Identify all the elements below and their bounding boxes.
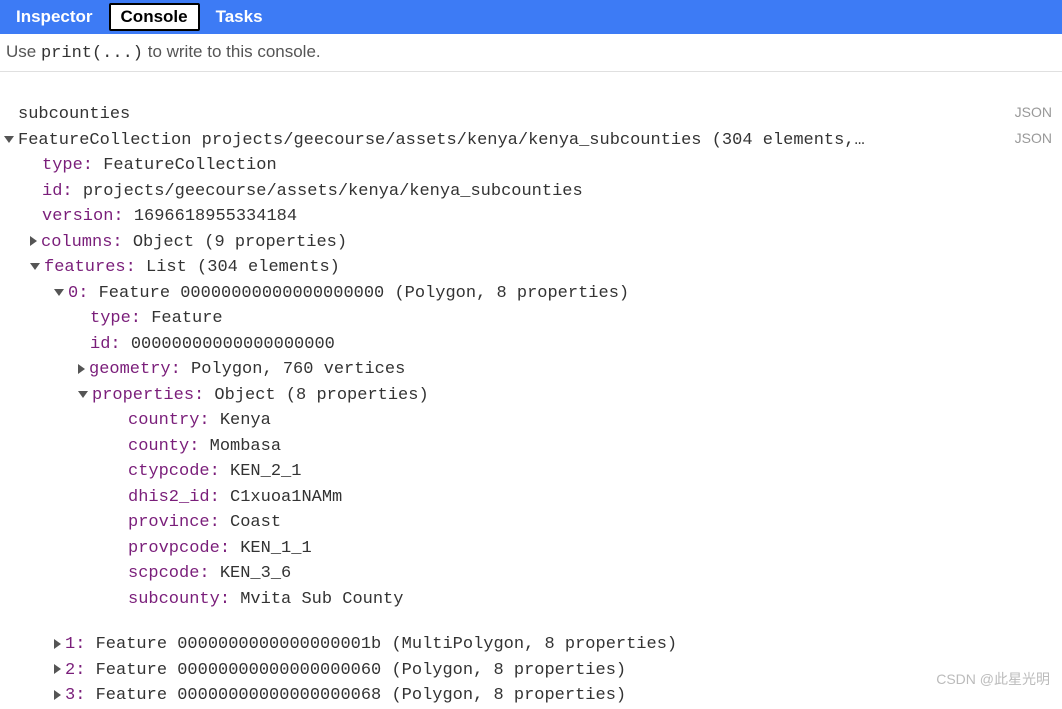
- console-body: JSON subcounties JSON FeatureCollection …: [0, 72, 1062, 709]
- fc-id-row: id: projects/geecourse/assets/kenya/keny…: [0, 179, 1062, 205]
- tab-console[interactable]: Console: [109, 3, 200, 31]
- key-label: properties:: [92, 386, 204, 405]
- hint-suffix: to write to this console.: [143, 42, 321, 61]
- key-label: version:: [42, 207, 124, 226]
- fc-header: FeatureCollection projects/geecourse/ass…: [18, 131, 865, 150]
- value-text: projects/geecourse/assets/kenya/kenya_su…: [83, 182, 583, 201]
- caret-right-icon[interactable]: [54, 639, 61, 649]
- fc-header-row[interactable]: FeatureCollection projects/geecourse/ass…: [0, 128, 1062, 154]
- key-label: province:: [128, 513, 220, 532]
- key-label: type:: [42, 156, 93, 175]
- feature-3-row[interactable]: 3: Feature 00000000000000000068 (Polygon…: [0, 683, 1062, 709]
- prop-dhis2-row: dhis2_id: C1xuoa1NAMm: [0, 485, 1062, 511]
- log-entry-title: JSON subcounties: [0, 102, 1062, 128]
- watermark: CSDN @此星光明: [936, 669, 1050, 689]
- log-entry-featurecollection: JSON FeatureCollection projects/geecours…: [0, 128, 1062, 709]
- key-label: county:: [128, 437, 199, 456]
- value-text: C1xuoa1NAMm: [230, 488, 342, 507]
- f0-type-row: type: Feature: [0, 306, 1062, 332]
- value-text: Object (9 properties): [133, 233, 347, 252]
- value-text: Feature 0000000000000000001b (MultiPolyg…: [96, 635, 678, 654]
- fc-features-row[interactable]: features: List (304 elements): [0, 255, 1062, 281]
- prop-subcounty-row: subcounty: Mvita Sub County: [0, 587, 1062, 613]
- feature-1-row[interactable]: 1: Feature 0000000000000000001b (MultiPo…: [0, 632, 1062, 658]
- value-text: Mvita Sub County: [240, 590, 403, 609]
- value-text: 1696618955334184: [134, 207, 297, 226]
- value-text: Polygon, 760 vertices: [191, 360, 405, 379]
- value-text: Object (8 properties): [214, 386, 428, 405]
- prop-county-row: county: Mombasa: [0, 434, 1062, 460]
- key-label: 0:: [68, 284, 88, 303]
- value-text: FeatureCollection: [103, 156, 276, 175]
- tab-inspector[interactable]: Inspector: [4, 3, 105, 31]
- prop-scpcode-row: scpcode: KEN_3_6: [0, 561, 1062, 587]
- tab-bar: Inspector Console Tasks: [0, 0, 1062, 34]
- key-label: scpcode:: [128, 564, 210, 583]
- hint-code: print(...): [41, 44, 143, 63]
- key-label: dhis2_id:: [128, 488, 220, 507]
- fc-columns-row[interactable]: columns: Object (9 properties): [0, 230, 1062, 256]
- fc-type-row: type: FeatureCollection: [0, 153, 1062, 179]
- value-text: Feature 00000000000000000068 (Polygon, 8…: [96, 686, 627, 705]
- caret-right-icon[interactable]: [54, 664, 61, 674]
- value-text: 00000000000000000000: [131, 335, 335, 354]
- f0-id-row: id: 00000000000000000000: [0, 332, 1062, 358]
- caret-down-icon[interactable]: [4, 136, 14, 143]
- caret-down-icon[interactable]: [30, 263, 40, 270]
- console-hint: Use print(...) to write to this console.: [0, 34, 1062, 72]
- value-text: Coast: [230, 513, 281, 532]
- key-label: provpcode:: [128, 539, 230, 558]
- prop-ctypcode-row: ctypcode: KEN_2_1: [0, 459, 1062, 485]
- f0-properties-row[interactable]: properties: Object (8 properties): [0, 383, 1062, 409]
- prop-province-row: province: Coast: [0, 510, 1062, 536]
- feature-0-row[interactable]: 0: Feature 00000000000000000000 (Polygon…: [0, 281, 1062, 307]
- key-label: 1:: [65, 635, 85, 654]
- key-label: columns:: [41, 233, 123, 252]
- value-text: Kenya: [220, 411, 271, 430]
- value-text: List (304 elements): [146, 258, 340, 277]
- value-text: KEN_3_6: [220, 564, 291, 583]
- key-label: features:: [44, 258, 136, 277]
- f0-geometry-row[interactable]: geometry: Polygon, 760 vertices: [0, 357, 1062, 383]
- caret-down-icon[interactable]: [54, 289, 64, 296]
- key-label: subcounty:: [128, 590, 230, 609]
- key-label: 2:: [65, 661, 85, 680]
- caret-down-icon[interactable]: [78, 391, 88, 398]
- prop-country-row: country: Kenya: [0, 408, 1062, 434]
- value-text: Feature 00000000000000000060 (Polygon, 8…: [96, 661, 627, 680]
- key-label: country:: [128, 411, 210, 430]
- feature-2-row[interactable]: 2: Feature 00000000000000000060 (Polygon…: [0, 658, 1062, 684]
- entry-title: subcounties: [0, 102, 1062, 128]
- json-button[interactable]: JSON: [1015, 102, 1052, 123]
- prop-provpcode-row: provpcode: KEN_1_1: [0, 536, 1062, 562]
- value-text: Feature: [151, 309, 222, 328]
- key-label: id:: [90, 335, 121, 354]
- key-label: 3:: [65, 686, 85, 705]
- value-text: KEN_2_1: [230, 462, 301, 481]
- value-text: KEN_1_1: [240, 539, 311, 558]
- fc-version-row: version: 1696618955334184: [0, 204, 1062, 230]
- hint-prefix: Use: [6, 42, 41, 61]
- key-label: geometry:: [89, 360, 181, 379]
- value-text: Mombasa: [210, 437, 281, 456]
- json-button[interactable]: JSON: [1015, 128, 1052, 149]
- value-text: Feature 00000000000000000000 (Polygon, 8…: [99, 284, 630, 303]
- key-label: type:: [90, 309, 141, 328]
- key-label: id:: [42, 182, 73, 201]
- caret-right-icon[interactable]: [30, 236, 37, 246]
- tab-tasks[interactable]: Tasks: [204, 3, 275, 31]
- caret-right-icon[interactable]: [78, 364, 85, 374]
- key-label: ctypcode:: [128, 462, 220, 481]
